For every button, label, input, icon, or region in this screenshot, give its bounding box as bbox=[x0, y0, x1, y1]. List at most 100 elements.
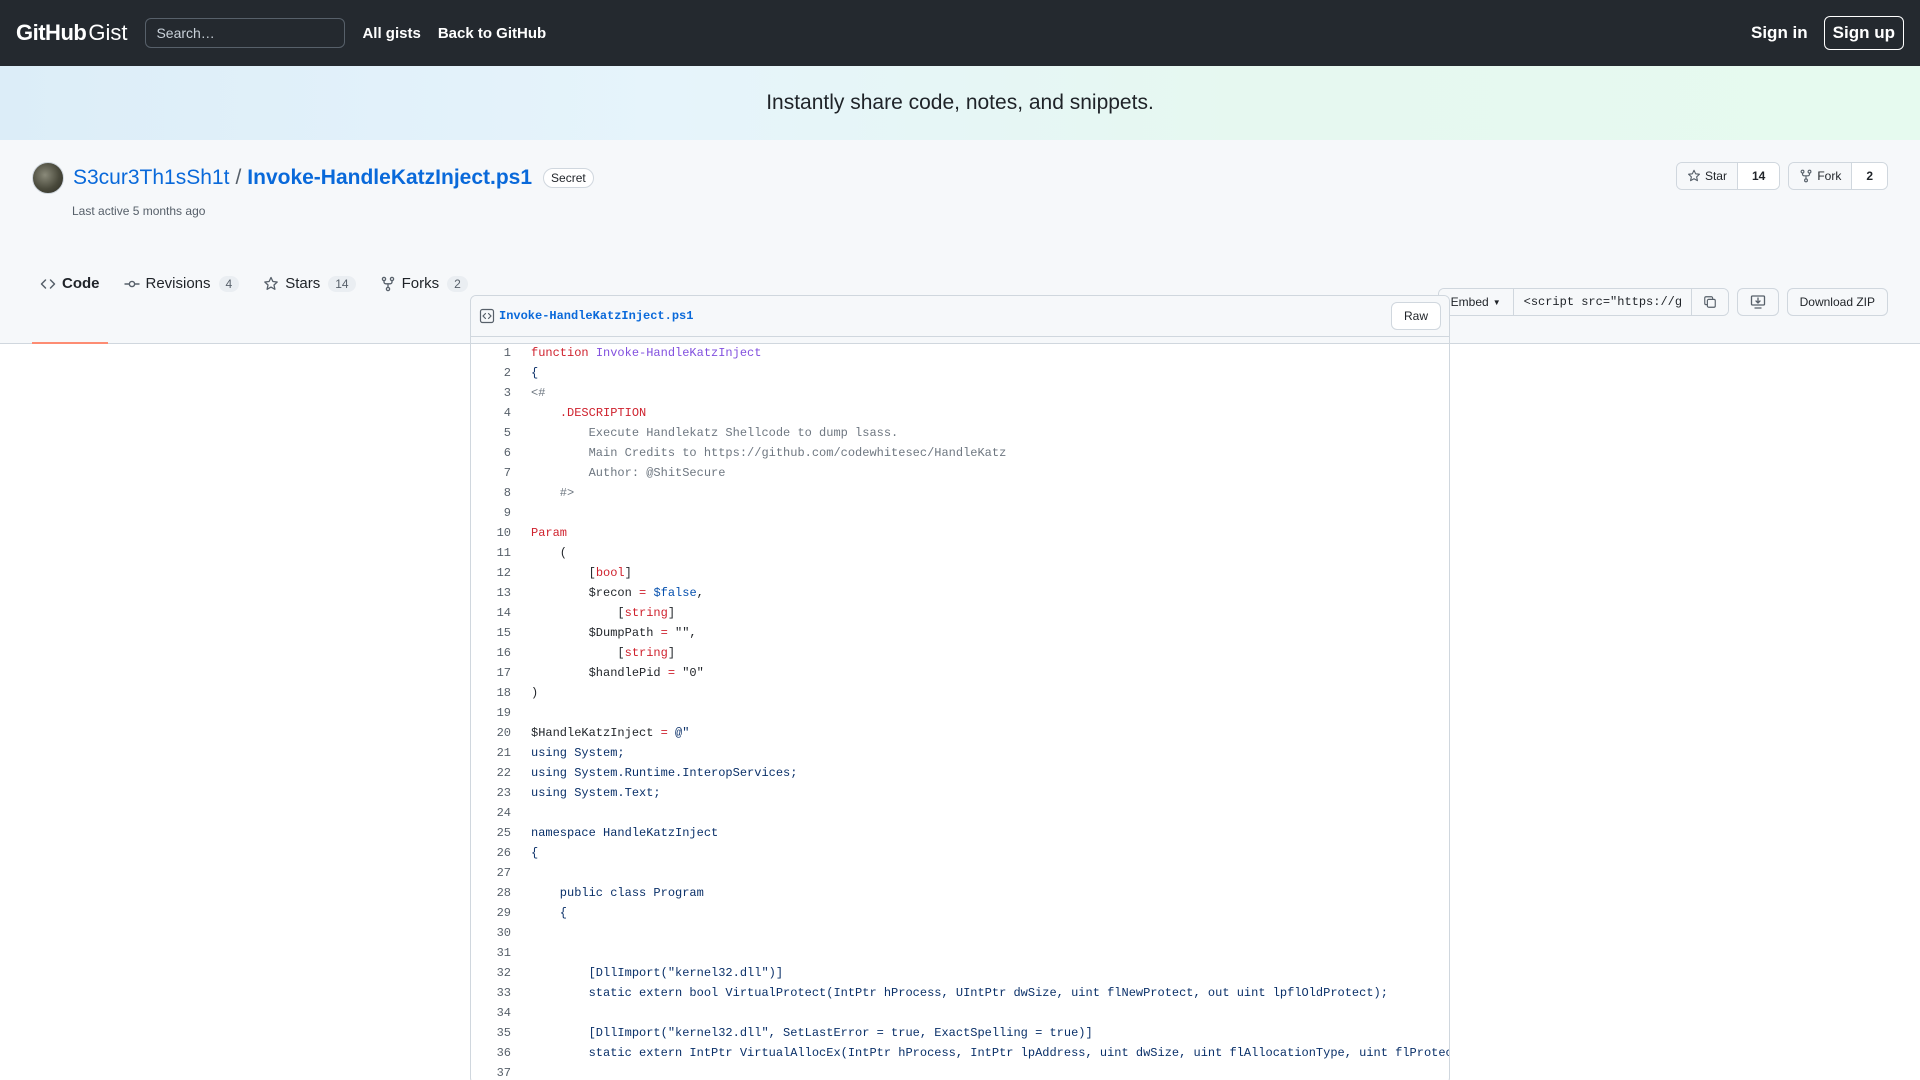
code-line: 18) bbox=[471, 683, 1449, 703]
tagline-banner: Instantly share code, notes, and snippet… bbox=[0, 66, 1920, 140]
tab-code[interactable]: Code bbox=[32, 224, 108, 344]
line-number[interactable]: 32 bbox=[471, 963, 521, 983]
embed-label: Embed bbox=[1450, 295, 1489, 309]
line-number[interactable]: 26 bbox=[471, 843, 521, 863]
line-number[interactable]: 7 bbox=[471, 463, 521, 483]
line-number[interactable]: 14 bbox=[471, 603, 521, 623]
file-name-link[interactable]: Invoke-HandleKatzInject.ps1 bbox=[499, 309, 693, 323]
line-content: #> bbox=[531, 486, 575, 500]
line-number[interactable]: 21 bbox=[471, 743, 521, 763]
fork-count[interactable]: 2 bbox=[1852, 163, 1887, 189]
top-navbar: GitHub Gist All gists Back to GitHub Sig… bbox=[0, 0, 1920, 66]
code-line: 13 $recon = $false, bbox=[471, 583, 1449, 603]
line-number[interactable]: 3 bbox=[471, 383, 521, 403]
nav-back-to-github-link[interactable]: Back to GitHub bbox=[438, 25, 546, 42]
line-content: Main Credits to https://github.com/codew… bbox=[531, 446, 1007, 460]
line-content bbox=[521, 923, 538, 943]
star-button[interactable]: Star bbox=[1676, 163, 1738, 189]
code-line: 15 $DumpPath = "", bbox=[471, 623, 1449, 643]
tab-code-label: Code bbox=[62, 275, 100, 292]
line-content: $HandleKatzInject = @" bbox=[531, 726, 690, 740]
line-content: $recon = $false, bbox=[588, 586, 704, 600]
line-number[interactable]: 30 bbox=[471, 923, 521, 943]
code-line: 28 public class Program bbox=[471, 883, 1449, 903]
line-number[interactable]: 13 bbox=[471, 583, 521, 603]
line-number[interactable]: 22 bbox=[471, 763, 521, 783]
code-line: 34 bbox=[471, 1003, 1449, 1023]
line-number[interactable]: 9 bbox=[471, 503, 521, 523]
tab-stars[interactable]: Stars 14 bbox=[255, 224, 363, 343]
line-number[interactable]: 25 bbox=[471, 823, 521, 843]
line-number[interactable]: 2 bbox=[471, 363, 521, 383]
copy-icon bbox=[1703, 296, 1716, 308]
line-number[interactable]: 6 bbox=[471, 443, 521, 463]
code-line: 35 [DllImport("kernel32.dll", SetLastErr… bbox=[471, 1023, 1449, 1043]
code-line: 20 $HandleKatzInject = @" bbox=[471, 723, 1449, 743]
line-content bbox=[521, 503, 538, 523]
line-number[interactable]: 24 bbox=[471, 803, 521, 823]
raw-button[interactable]: Raw bbox=[1390, 302, 1441, 330]
code-line: 19 bbox=[471, 703, 1449, 723]
copy-button[interactable] bbox=[1691, 289, 1728, 315]
line-number[interactable]: 27 bbox=[471, 863, 521, 883]
code-line: 12 [bool] bbox=[471, 563, 1449, 583]
logo-gist-text: Gist bbox=[88, 20, 128, 45]
caret-down-icon: ▼ bbox=[1492, 297, 1501, 307]
download-zip-button[interactable]: Download ZIP bbox=[1786, 288, 1888, 316]
line-number[interactable]: 18 bbox=[471, 683, 521, 703]
code-line: 11 ( bbox=[471, 543, 1449, 563]
star-count[interactable]: 14 bbox=[1737, 163, 1780, 189]
tab-forks-label: Forks bbox=[401, 275, 440, 292]
open-desktop-button[interactable] bbox=[1736, 288, 1779, 316]
line-content bbox=[521, 703, 538, 723]
line-number[interactable]: 23 bbox=[471, 783, 521, 803]
tab-forks[interactable]: Forks 2 bbox=[372, 224, 476, 343]
line-number[interactable]: 15 bbox=[471, 623, 521, 643]
line-number[interactable]: 28 bbox=[471, 883, 521, 903]
line-number[interactable]: 36 bbox=[471, 1043, 521, 1063]
code-line: 23 using System.Text; bbox=[471, 783, 1449, 803]
line-number[interactable]: 34 bbox=[471, 1003, 521, 1023]
line-number[interactable]: 37 bbox=[471, 1063, 521, 1080]
avatar[interactable] bbox=[32, 162, 64, 194]
github-gist-logo[interactable]: GitHub Gist bbox=[16, 20, 127, 46]
line-number[interactable]: 8 bbox=[471, 483, 521, 503]
owner-link[interactable]: S3cur3Th1sSh1t bbox=[73, 166, 229, 190]
line-content: ( bbox=[531, 546, 568, 560]
tagline-text: Instantly share code, notes, and snippet… bbox=[766, 91, 1154, 114]
code-view: 1 function Invoke-HandleKatzInject 2{3 <# 4 … bbox=[471, 337, 1449, 1080]
file-container: Invoke-HandleKatzInject.ps1 Raw 1 functio… bbox=[470, 295, 1450, 1080]
star-button-group: Star 14 bbox=[1675, 162, 1781, 190]
fork-button[interactable]: Fork bbox=[1789, 163, 1853, 189]
line-number[interactable]: 1 bbox=[471, 343, 521, 363]
line-content: { bbox=[531, 906, 568, 920]
star-icon bbox=[1687, 169, 1700, 182]
line-number[interactable]: 33 bbox=[471, 983, 521, 1003]
embed-code-input[interactable] bbox=[1513, 289, 1692, 315]
sign-in-link[interactable]: Sign in bbox=[1751, 23, 1808, 43]
line-number[interactable]: 31 bbox=[471, 943, 521, 963]
line-number[interactable]: 17 bbox=[471, 663, 521, 683]
line-number[interactable]: 10 bbox=[471, 523, 521, 543]
line-content: { bbox=[531, 846, 539, 860]
nav-all-gists-link[interactable]: All gists bbox=[362, 25, 420, 42]
sign-up-button[interactable]: Sign up bbox=[1823, 16, 1904, 50]
line-number[interactable]: 11 bbox=[471, 543, 521, 563]
line-number[interactable]: 16 bbox=[471, 643, 521, 663]
tab-revisions[interactable]: Revisions 4 bbox=[116, 224, 248, 343]
gist-tabs: Code Revisions 4 Stars 14 Forks 2 bbox=[32, 224, 484, 344]
file-code-icon bbox=[479, 308, 495, 324]
line-number[interactable]: 20 bbox=[471, 723, 521, 743]
search-input[interactable] bbox=[145, 18, 346, 48]
line-number[interactable]: 29 bbox=[471, 903, 521, 923]
line-number[interactable]: 12 bbox=[471, 563, 521, 583]
line-content: $handlePid = "0" bbox=[588, 666, 704, 680]
tab-stars-label: Stars bbox=[285, 275, 321, 292]
line-number[interactable]: 35 bbox=[471, 1023, 521, 1043]
line-content bbox=[521, 1063, 538, 1080]
line-number[interactable]: 19 bbox=[471, 703, 521, 723]
line-content: Param bbox=[531, 526, 568, 540]
line-number[interactable]: 5 bbox=[471, 423, 521, 443]
gist-name-link[interactable]: Invoke-HandleKatzInject.ps1 bbox=[247, 166, 532, 190]
line-number[interactable]: 4 bbox=[471, 403, 521, 423]
